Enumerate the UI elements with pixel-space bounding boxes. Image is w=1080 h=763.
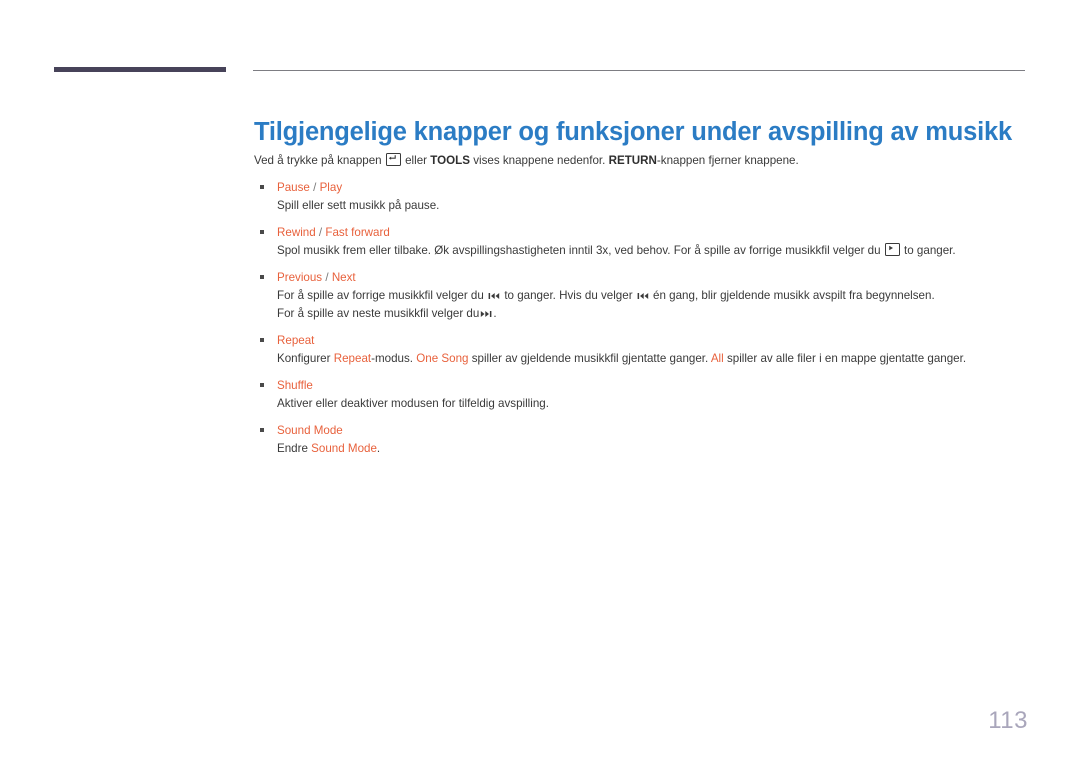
bullet-marker: [260, 275, 264, 279]
intro-text-part1: Ved å trykke på knappen: [254, 154, 382, 167]
item-heading: Shuffle: [277, 377, 1044, 394]
item-heading: Rewind / Fast forward: [277, 224, 1044, 241]
item-label-secondary: Fast forward: [325, 226, 390, 239]
play-key-icon: [884, 243, 900, 256]
item-label-secondary: Play: [319, 181, 343, 194]
page-content: Ved å trykke på knappen eller TOOLS vise…: [254, 152, 1044, 458]
header-accent-bar: [54, 67, 226, 72]
description-suffix: to ganger.: [904, 244, 956, 257]
previous-track-icon: [637, 291, 649, 301]
intro-text-part2: eller: [405, 154, 428, 167]
bullet-marker: [260, 185, 264, 189]
intro-paragraph: Ved å trykke på knappen eller TOOLS vise…: [254, 152, 1044, 170]
description-suffix: én gang, blir gjeldende musikk avspilt f…: [653, 289, 935, 302]
item-heading: Sound Mode: [277, 422, 1044, 439]
label-separator: /: [313, 181, 317, 194]
page-number: 113: [988, 707, 1028, 734]
bullet-marker: [260, 230, 264, 234]
description-text-1: Endre: [277, 442, 308, 455]
description-text-3: spiller av gjeldende musikkfil gjentatte…: [471, 352, 709, 365]
document-page: Tilgjengelige knapper og funksjoner unde…: [0, 0, 1080, 763]
item-label-primary: Sound Mode: [277, 424, 343, 437]
item-label-secondary: Next: [331, 271, 356, 284]
highlight-one-song: One Song: [416, 352, 469, 365]
list-item: Sound Mode Endre Sound Mode.: [254, 422, 1044, 458]
list-item: Repeat Konfigurer Repeat-modus. One Song…: [254, 332, 1044, 368]
enter-key-icon: [385, 153, 401, 166]
description-text-2: -modus.: [371, 352, 414, 365]
bullet-marker: [260, 383, 264, 387]
item-description: Aktiver eller deaktiver modusen for tilf…: [277, 397, 549, 410]
item-description: For å spille av neste musikkfil velger d…: [277, 305, 1044, 323]
intro-text-part4: -knappen fjerner knappene.: [656, 154, 799, 167]
description-text-2: .: [376, 442, 381, 455]
highlight-all: All: [710, 352, 724, 365]
button-function-list: Pause / Play Spill eller sett musikk på …: [254, 179, 1044, 458]
description-text-4: spiller av alle filer i en mappe gjentat…: [726, 352, 967, 365]
intro-text-part3: vises knappene nedenfor.: [473, 154, 606, 167]
list-item: Rewind / Fast forward Spol musikk frem e…: [254, 224, 1044, 260]
header-rule-line: [253, 70, 1025, 71]
description-text-1: Konfigurer: [277, 352, 331, 365]
item-label-primary: Repeat: [277, 334, 315, 347]
item-heading: Previous / Next: [277, 269, 1044, 286]
previous-track-icon: [488, 291, 500, 301]
page-title: Tilgjengelige knapper og funksjoner unde…: [254, 118, 1012, 147]
item-heading: Pause / Play: [277, 179, 1044, 196]
item-label-primary: Shuffle: [277, 379, 313, 392]
list-item: Pause / Play Spill eller sett musikk på …: [254, 179, 1044, 215]
list-item: Shuffle Aktiver eller deaktiver modusen …: [254, 377, 1044, 413]
item-description: Spol musikk frem eller tilbake. Øk avspi…: [277, 242, 1044, 260]
item-label-primary: Rewind: [277, 226, 316, 239]
item-description: For å spille av forrige musikkfil velger…: [277, 287, 1044, 305]
description-middle: to ganger. Hvis du velger: [504, 289, 633, 302]
description-suffix: .: [493, 307, 497, 320]
item-description: Endre Sound Mode.: [277, 440, 1044, 458]
bullet-marker: [260, 338, 264, 342]
item-label-primary: Pause: [277, 181, 310, 194]
list-item: Previous / Next For å spille av forrige …: [254, 269, 1044, 323]
highlight-sound-mode: Sound Mode: [311, 442, 377, 455]
label-separator: /: [325, 271, 329, 284]
tools-keyword: TOOLS: [430, 154, 470, 167]
item-heading: Repeat: [277, 332, 1044, 349]
return-keyword: RETURN: [608, 154, 657, 167]
item-description: Konfigurer Repeat-modus. One Song spille…: [277, 350, 1044, 368]
description-prefix: Spol musikk frem eller tilbake. Øk avspi…: [277, 244, 881, 257]
item-description: Spill eller sett musikk på pause.: [277, 199, 440, 212]
highlight-repeat: Repeat: [333, 352, 372, 365]
description-prefix: For å spille av neste musikkfil velger d…: [277, 307, 480, 320]
next-track-icon: [480, 309, 492, 319]
label-separator: /: [318, 226, 323, 239]
item-label-primary: Previous: [277, 271, 323, 284]
bullet-marker: [260, 428, 264, 432]
description-prefix: For å spille av forrige musikkfil velger…: [277, 289, 484, 302]
